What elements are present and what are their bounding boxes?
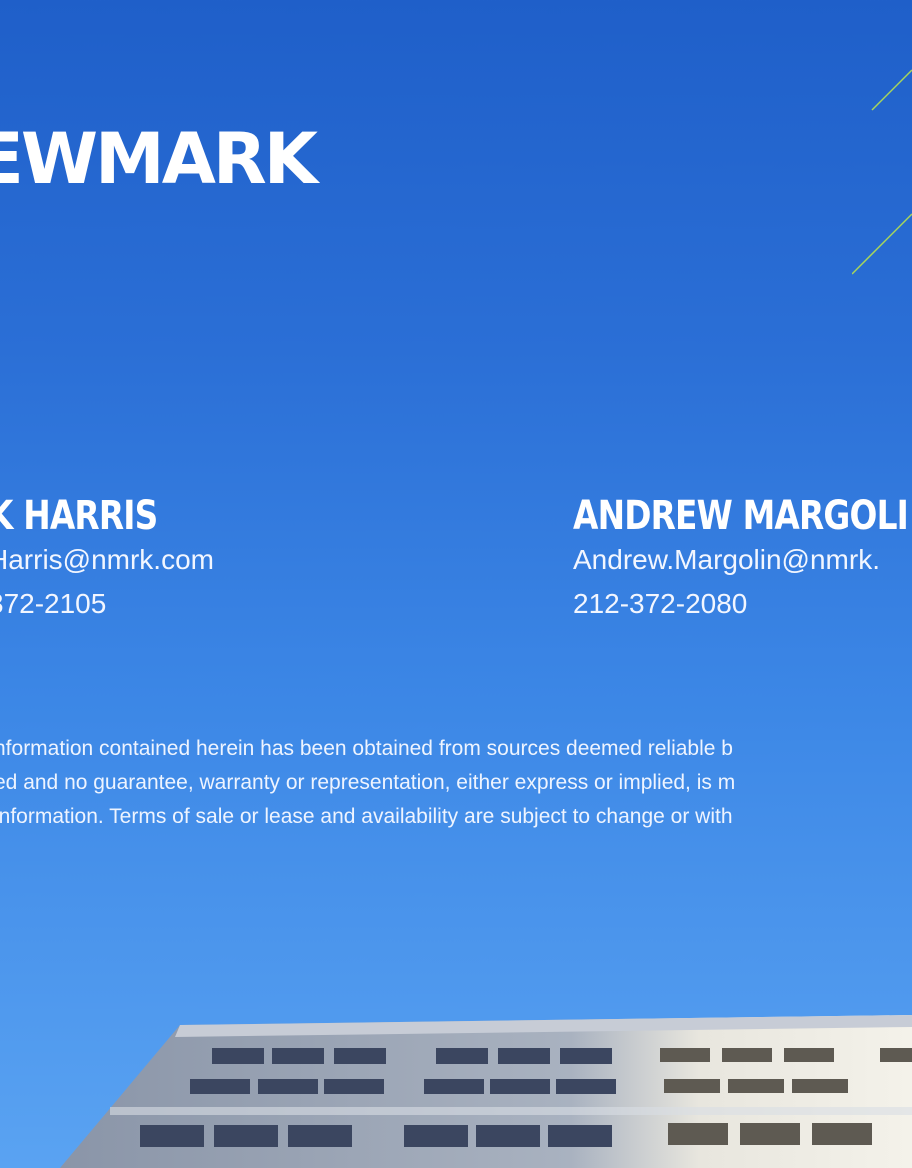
contact-phone[interactable]: 372-2105 xyxy=(0,582,214,626)
building-facade-image xyxy=(60,1015,912,1168)
disclaimer-line: information. Terms of sale or lease and … xyxy=(0,805,733,828)
contact-phone[interactable]: 212-372-2080 xyxy=(573,582,912,626)
disclaimer-line: nformation contained herein has been obt… xyxy=(0,737,733,760)
contact-email[interactable]: Andrew.Margolin@nmrk. xyxy=(573,538,912,582)
accent-line-top xyxy=(871,69,912,111)
contact-name: ANDREW MARGOLI xyxy=(573,493,909,539)
disclaimer-line: ed and no guarantee, warranty or represe… xyxy=(0,771,736,794)
contact-card-harris: K HARRIS Harris@nmrk.com 372-2105 xyxy=(0,494,214,626)
accent-line-bottom xyxy=(852,213,912,275)
contact-card-margolin: ANDREW MARGOLI Andrew.Margolin@nmrk. 212… xyxy=(573,494,912,626)
contact-name: K HARRIS xyxy=(0,493,158,539)
contact-email[interactable]: Harris@nmrk.com xyxy=(0,538,214,582)
accent-lines xyxy=(852,69,912,275)
newmark-logo: EWMARK xyxy=(0,118,318,200)
legal-disclaimer: nformation contained herein has been obt… xyxy=(0,732,912,834)
